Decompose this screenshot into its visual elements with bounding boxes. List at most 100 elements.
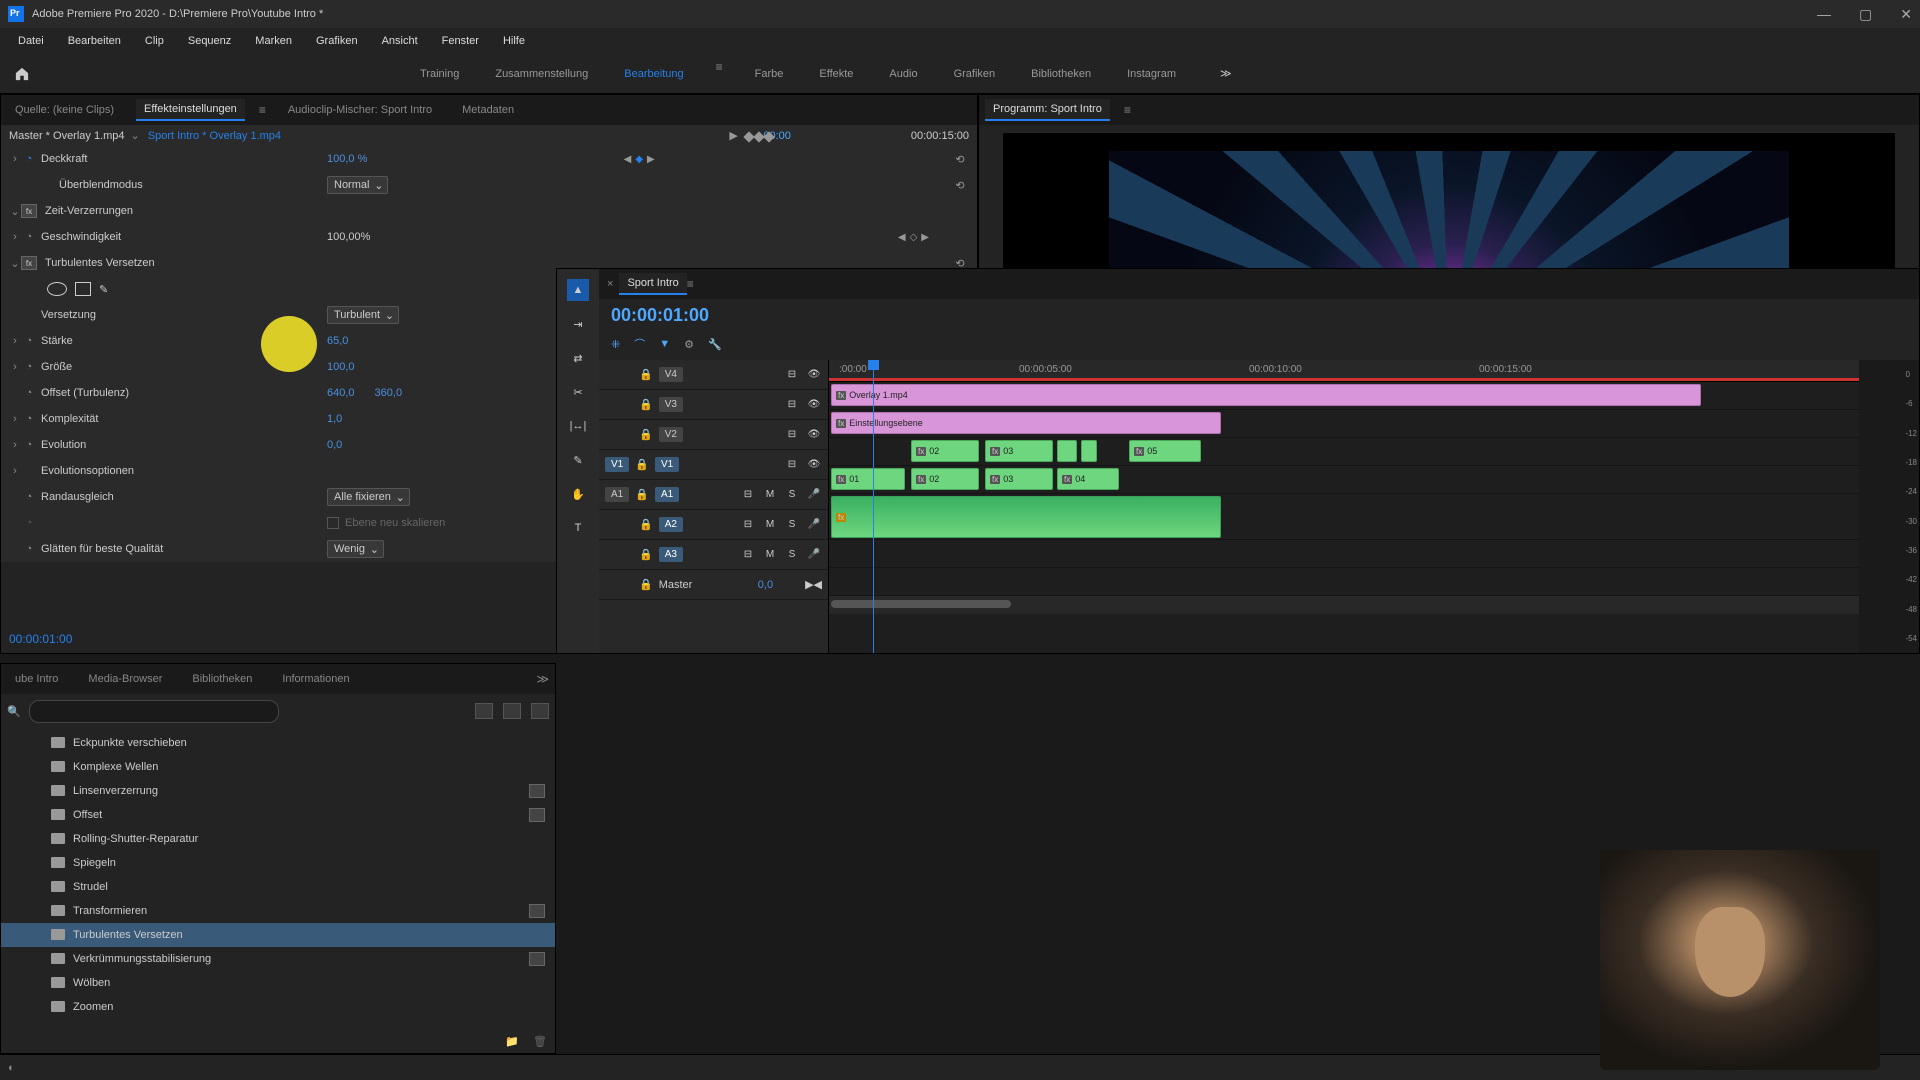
ws-training[interactable]: Training — [416, 60, 463, 88]
expand-arrow[interactable]: ⌄ — [9, 205, 21, 218]
menu-sequenz[interactable]: Sequenz — [178, 31, 241, 51]
home-button[interactable] — [8, 60, 36, 88]
effect-item[interactable]: Eckpunkte verschieben — [1, 731, 555, 755]
mask-ellipse-icon[interactable] — [47, 282, 67, 296]
expand-arrow[interactable]: › — [9, 153, 21, 165]
track-a2[interactable]: A2 — [659, 517, 683, 532]
ws-menu-icon[interactable]: ≡ — [716, 60, 723, 88]
effect-item[interactable]: Komplexe Wellen — [1, 755, 555, 779]
program-panel-menu[interactable]: ≡ — [1124, 103, 1131, 117]
master-value[interactable]: 0,0 — [758, 579, 773, 591]
32bit-filter-icon[interactable] — [503, 703, 521, 719]
settings-icon[interactable]: ⚙ — [684, 338, 694, 351]
track-v1[interactable]: V1 — [655, 457, 679, 472]
collapse-icon[interactable]: ▶◀ — [805, 578, 822, 591]
clip-03[interactable]: fx03 — [985, 440, 1053, 462]
tab-libraries[interactable]: Bibliotheken — [184, 669, 260, 689]
menu-fenster[interactable]: Fenster — [432, 31, 489, 51]
ws-audio[interactable]: Audio — [885, 60, 921, 88]
ws-effekte[interactable]: Effekte — [815, 60, 857, 88]
audio-clip[interactable]: fx — [831, 496, 1221, 538]
clip-small[interactable] — [1057, 440, 1077, 462]
effect-item[interactable]: Transformieren — [1, 899, 555, 923]
effect-item[interactable]: Zoomen — [1, 995, 555, 1019]
effect-item[interactable]: Offset — [1, 803, 555, 827]
kf-next-icon[interactable]: ▶ — [921, 232, 929, 243]
reset-icon[interactable]: ⟲ — [951, 179, 969, 192]
size-value[interactable]: 100,0 — [327, 361, 355, 373]
clip-adjustment[interactable]: fxEinstellungsebene — [831, 412, 1221, 434]
tl-panel-menu[interactable]: ≡ — [687, 277, 694, 291]
reset-icon[interactable]: ⟲ — [951, 153, 969, 166]
stopwatch-icon[interactable]: ◔ — [21, 541, 37, 557]
toggle-output[interactable]: ⊟ — [740, 487, 756, 503]
kf-prev-icon[interactable]: ◀ — [898, 232, 906, 243]
fx-badge[interactable]: fx — [21, 204, 37, 218]
time-ruler[interactable]: :00:00 00:00:05:00 00:00:10:00 00:00:15:… — [829, 360, 1859, 382]
browser-overflow-icon[interactable]: ≫ — [536, 672, 549, 686]
tab-media-browser[interactable]: Media-Browser — [80, 669, 170, 689]
ws-farbe[interactable]: Farbe — [751, 60, 788, 88]
menu-hilfe[interactable]: Hilfe — [493, 31, 535, 51]
eye-icon[interactable]: 👁 — [806, 397, 822, 413]
toggle-output[interactable]: ⊟ — [740, 547, 756, 563]
toggle-output[interactable]: ⊟ — [740, 517, 756, 533]
type-tool[interactable]: T — [567, 517, 589, 539]
clip-01[interactable]: fx01 — [831, 468, 905, 490]
eye-icon[interactable]: 👁 — [806, 427, 822, 443]
track-v4[interactable]: V4 — [659, 367, 683, 382]
lock-icon[interactable]: 🔒 — [639, 548, 653, 561]
solo-button[interactable]: S — [784, 517, 800, 533]
expand-arrow[interactable]: › — [9, 413, 21, 425]
toggle-output[interactable]: ⊟ — [784, 457, 800, 473]
mask-rect-icon[interactable] — [75, 282, 91, 296]
blend-select[interactable]: Normal ⌄ — [327, 176, 388, 194]
stopwatch-icon[interactable]: ◔ — [21, 437, 37, 453]
chevron-down-icon[interactable]: ⌄ — [131, 129, 140, 142]
ec-play-icon[interactable]: ▶ — [729, 129, 737, 142]
ws-bearbeitung[interactable]: Bearbeitung — [620, 60, 687, 88]
menu-clip[interactable]: Clip — [135, 31, 174, 51]
tab-program[interactable]: Programm: Sport Intro — [985, 99, 1110, 121]
snap-icon[interactable]: ⁜ — [611, 338, 620, 351]
mute-button[interactable]: M — [762, 547, 778, 563]
stopwatch-icon[interactable]: ◔ — [21, 333, 37, 349]
tab-info[interactable]: Informationen — [274, 669, 357, 689]
kf-add-icon[interactable]: ◇ — [910, 232, 918, 243]
marker-icon[interactable]: ▼ — [659, 338, 670, 350]
clip-02b[interactable]: fx02 — [911, 468, 979, 490]
mute-button[interactable]: M — [762, 487, 778, 503]
accel-filter-icon[interactable] — [475, 703, 493, 719]
wrench-icon[interactable]: 🔧 — [708, 338, 722, 351]
tab-project[interactable]: ube Intro — [7, 669, 66, 689]
pinning-select[interactable]: Alle fixieren ⌄ — [327, 488, 410, 506]
expand-arrow[interactable]: › — [9, 335, 21, 347]
effect-item[interactable]: Wölben — [1, 971, 555, 995]
clip-small[interactable] — [1081, 440, 1097, 462]
lock-icon[interactable]: 🔒 — [635, 488, 649, 501]
amount-value[interactable]: 65,0 — [327, 335, 348, 347]
stopwatch-icon[interactable]: ◔ — [21, 411, 37, 427]
minimize-button[interactable]: — — [1817, 6, 1831, 23]
evolution-value[interactable]: 0,0 — [327, 439, 342, 451]
lock-icon[interactable]: 🔒 — [639, 398, 653, 411]
effect-item[interactable]: Verkrümmungsstabilisierung — [1, 947, 555, 971]
track-a1[interactable]: A1 — [655, 487, 679, 502]
eye-icon[interactable]: 👁 — [806, 457, 822, 473]
playhead[interactable] — [873, 360, 874, 653]
mask-pen-icon[interactable]: ✎ — [99, 283, 108, 296]
voice-icon[interactable]: 🎤 — [806, 517, 822, 533]
fx-badge[interactable]: fx — [21, 256, 37, 270]
stopwatch-icon[interactable]: ◔ — [21, 151, 37, 167]
ws-zusammenstellung[interactable]: Zusammenstellung — [491, 60, 592, 88]
track-select-tool[interactable]: ⇥ — [567, 313, 589, 335]
toggle-output[interactable]: ⊟ — [784, 427, 800, 443]
ws-overflow-button[interactable]: ≫ — [1220, 67, 1232, 80]
clip-overlay[interactable]: fxOverlay 1.mp4 — [831, 384, 1701, 406]
maximize-button[interactable]: ▢ — [1859, 6, 1872, 23]
lock-icon[interactable]: 🔒 — [639, 578, 653, 591]
expand-arrow[interactable]: › — [9, 361, 21, 373]
ec-master-label[interactable]: Master * Overlay 1.mp4 — [9, 130, 125, 142]
tab-metadata[interactable]: Metadaten — [454, 100, 522, 120]
effect-item[interactable]: Spiegeln — [1, 851, 555, 875]
